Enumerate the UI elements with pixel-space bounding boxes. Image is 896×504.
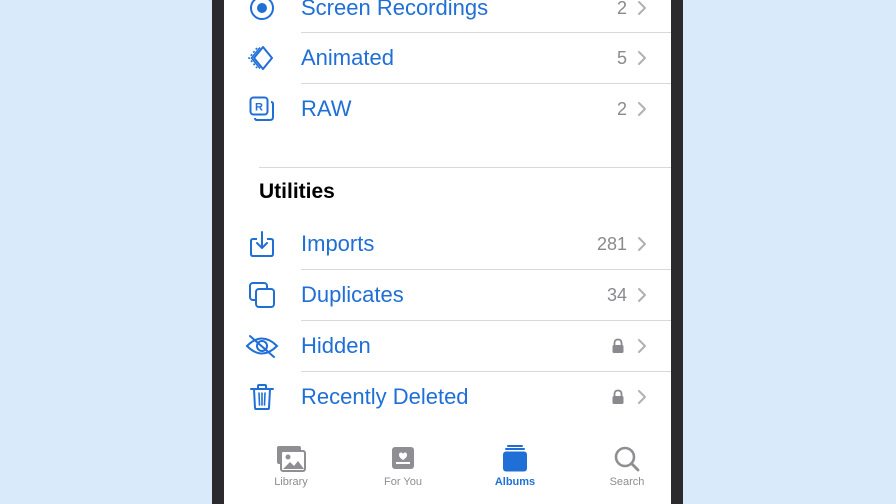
- phone-frame: Screen Recordings 2 Animated 5 R RAW 2 U…: [212, 0, 683, 504]
- album-row-raw[interactable]: R RAW 2: [224, 84, 671, 134]
- album-count: 2: [616, 98, 627, 119]
- section-divider: [259, 167, 671, 168]
- tab-label: For You: [384, 476, 422, 488]
- chevron-right-icon: [638, 102, 646, 116]
- album-label: RAW: [301, 96, 352, 121]
- tab-label: Library: [274, 476, 308, 488]
- chevron-right-icon: [638, 1, 646, 15]
- raw-icon: R: [246, 93, 278, 125]
- utility-label: Recently Deleted: [301, 384, 469, 409]
- animated-icon: [246, 42, 278, 74]
- album-label: Screen Recordings: [301, 0, 489, 20]
- tab-label: Search: [609, 476, 645, 488]
- trash-icon: [246, 381, 278, 413]
- utility-row-imports[interactable]: Imports 281: [224, 219, 671, 269]
- utility-row-hidden[interactable]: Hidden: [224, 321, 671, 371]
- utilities-section-title: Utilities: [259, 180, 335, 203]
- tab-bar: Library For You Albums Search: [224, 434, 671, 504]
- chevron-right-icon: [638, 237, 646, 251]
- utility-row-duplicates[interactable]: Duplicates 34: [224, 270, 671, 320]
- tab-label: Albums: [494, 476, 536, 488]
- album-label: Animated: [301, 45, 394, 70]
- search-icon: [614, 446, 640, 472]
- library-icon: [277, 446, 306, 472]
- svg-text:R: R: [255, 102, 263, 114]
- chevron-right-icon: [638, 339, 646, 353]
- import-icon: [246, 228, 278, 260]
- lock-icon: [612, 389, 624, 404]
- chevron-right-icon: [638, 51, 646, 65]
- utility-count: 34: [606, 284, 627, 305]
- lock-icon: [612, 338, 624, 353]
- for-you-icon: [392, 447, 414, 469]
- hidden-eye-icon: [242, 330, 282, 362]
- album-row-screen-recordings[interactable]: Screen Recordings 2: [224, 0, 671, 33]
- tab-albums[interactable]: Albums: [465, 444, 565, 500]
- screen-recording-icon: [246, 0, 278, 24]
- tab-library[interactable]: Library: [241, 444, 341, 500]
- chevron-right-icon: [638, 288, 646, 302]
- utility-label: Duplicates: [301, 282, 404, 307]
- utility-count: 281: [596, 233, 627, 254]
- albums-screen: Screen Recordings 2 Animated 5 R RAW 2 U…: [224, 0, 671, 504]
- utility-label: Imports: [301, 231, 375, 256]
- tab-for-you[interactable]: For You: [353, 444, 453, 500]
- album-count: 2: [616, 0, 627, 18]
- album-row-animated[interactable]: Animated 5: [224, 33, 671, 83]
- chevron-right-icon: [638, 390, 646, 404]
- album-count: 5: [616, 47, 627, 68]
- utility-row-recently-deleted[interactable]: Recently Deleted: [224, 372, 671, 422]
- utility-label: Hidden: [301, 333, 371, 358]
- albums-icon: [503, 445, 527, 472]
- tab-search[interactable]: Search: [577, 444, 671, 500]
- duplicates-icon: [246, 279, 278, 311]
